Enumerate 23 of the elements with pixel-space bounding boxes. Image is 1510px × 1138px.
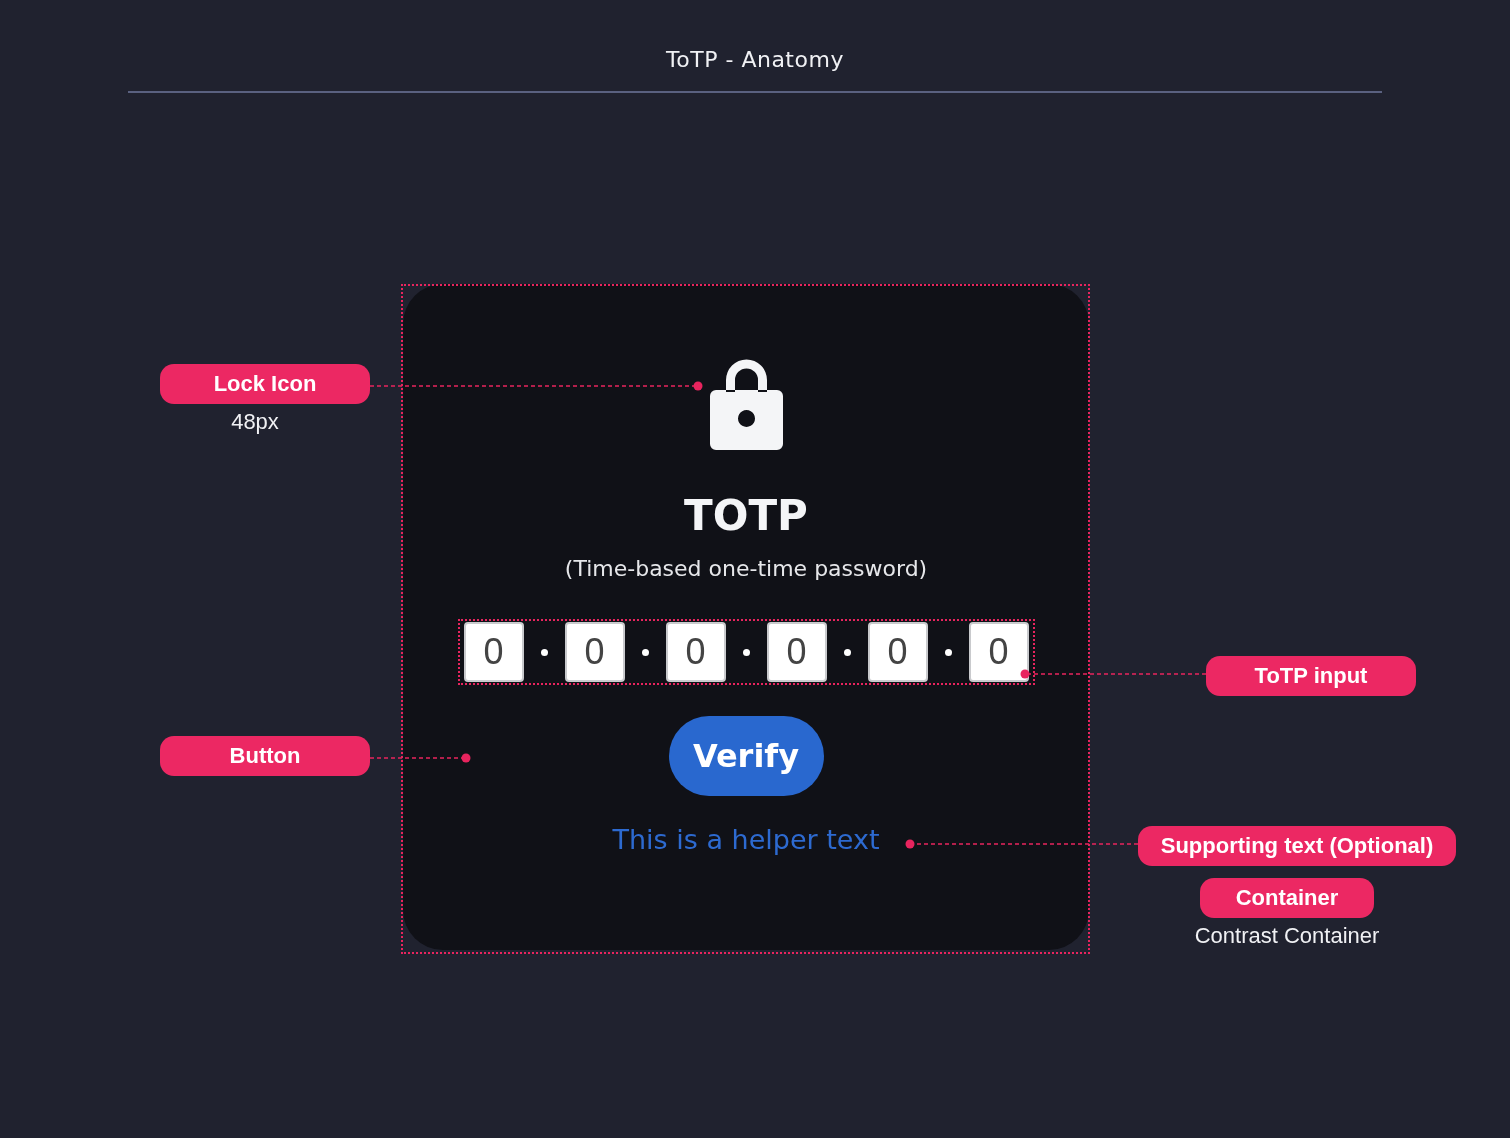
annotation-tag: Container xyxy=(1200,878,1374,918)
card-title: TOTP xyxy=(684,490,808,542)
page-title: ToTP - Anatomy xyxy=(666,46,844,74)
separator-dot xyxy=(843,648,851,656)
digit-field[interactable]: 0 xyxy=(968,622,1029,682)
digit-field[interactable]: 0 xyxy=(665,622,726,682)
card-subtitle: (Time-based one-time password) xyxy=(564,555,928,583)
annotation-tag: ToTP input xyxy=(1206,656,1416,696)
digit-field[interactable]: 0 xyxy=(463,622,524,682)
separator-dot xyxy=(742,648,750,656)
separator-dot xyxy=(641,648,649,656)
annotation-note: Contrast Container xyxy=(1194,923,1380,949)
separator-dot xyxy=(944,648,952,656)
digit-field[interactable]: 0 xyxy=(766,622,827,682)
annotation-tag: Lock Icon xyxy=(160,364,370,404)
digit-field[interactable]: 0 xyxy=(867,622,928,682)
helper-text: This is a helper text xyxy=(612,823,880,857)
annotation-note: 48px xyxy=(231,409,279,435)
separator-dot xyxy=(540,648,548,656)
annotation-tag: Button xyxy=(160,736,370,776)
verify-button[interactable]: Verify xyxy=(668,716,824,796)
annotation-tag: Supporting text (Optional) xyxy=(1138,826,1456,866)
digit-field[interactable]: 0 xyxy=(564,622,625,682)
